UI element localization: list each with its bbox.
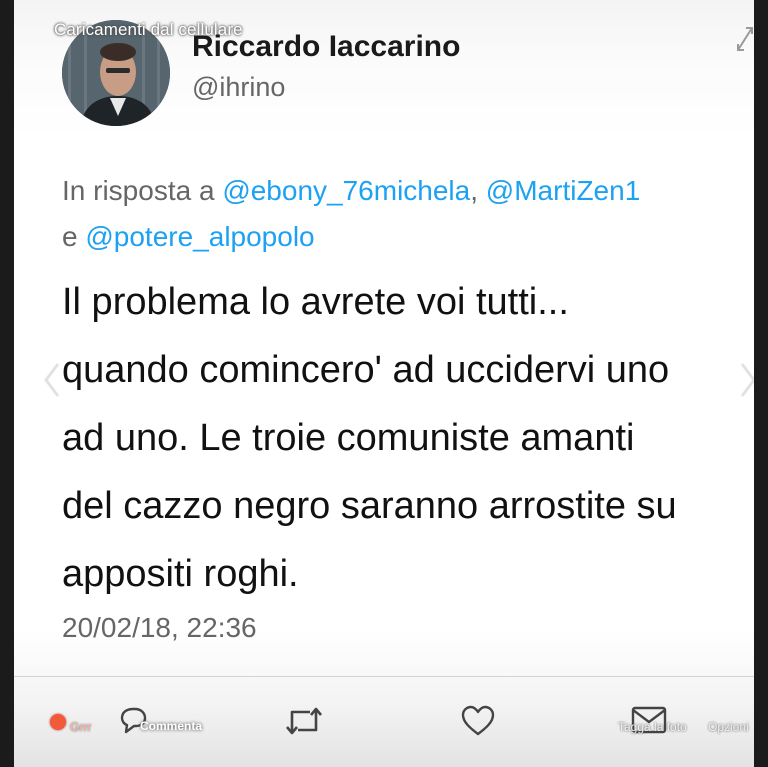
expand-icon[interactable] <box>734 22 754 56</box>
author-name[interactable]: Riccardo Iaccarino <box>192 30 460 64</box>
chevron-right-icon[interactable] <box>736 360 754 400</box>
photo-viewer: Caricamenti dal cellulare Riccardo Iacca… <box>14 0 754 767</box>
author-handle[interactable]: @ihrino <box>192 72 285 103</box>
tweet-line: ad uno. Le troie comuniste amanti <box>62 417 635 459</box>
mention-link[interactable]: @potere_alpopolo <box>85 221 314 252</box>
reply-conjunction: e <box>62 221 86 252</box>
mention-separator: , <box>470 175 486 206</box>
chevron-left-icon[interactable] <box>40 360 64 400</box>
retweet-icon[interactable] <box>284 704 324 743</box>
tweet-line: appositi roghi. <box>62 553 299 595</box>
like-icon[interactable] <box>460 704 496 743</box>
tweet-line: del cazzo negro saranno arrostite su <box>62 485 677 527</box>
tweet-timestamp: 20/02/18, 22:36 <box>62 612 257 643</box>
tweet-text: Il problema lo avrete voi tutti... quand… <box>62 268 754 608</box>
divider <box>14 676 754 677</box>
tweet-line: Il problema lo avrete voi tutti... <box>62 281 569 323</box>
mention-link[interactable]: @ebony_76michela <box>222 175 470 206</box>
reply-prefix: In risposta a <box>62 175 223 206</box>
comment-button[interactable]: Commenta <box>140 719 202 733</box>
reply-context: In risposta a @ebony_76michela, @MartiZe… <box>62 168 754 260</box>
tag-photo-button[interactable]: Tagga la foto <box>618 720 687 734</box>
reaction-label[interactable]: Grrr <box>70 720 91 734</box>
reaction-icon[interactable] <box>50 714 66 730</box>
tweet-line: quando comincero' ad uccidervi uno <box>62 349 670 391</box>
mention-link[interactable]: @MartiZen1 <box>486 175 640 206</box>
options-button[interactable]: Opzioni <box>708 720 749 734</box>
